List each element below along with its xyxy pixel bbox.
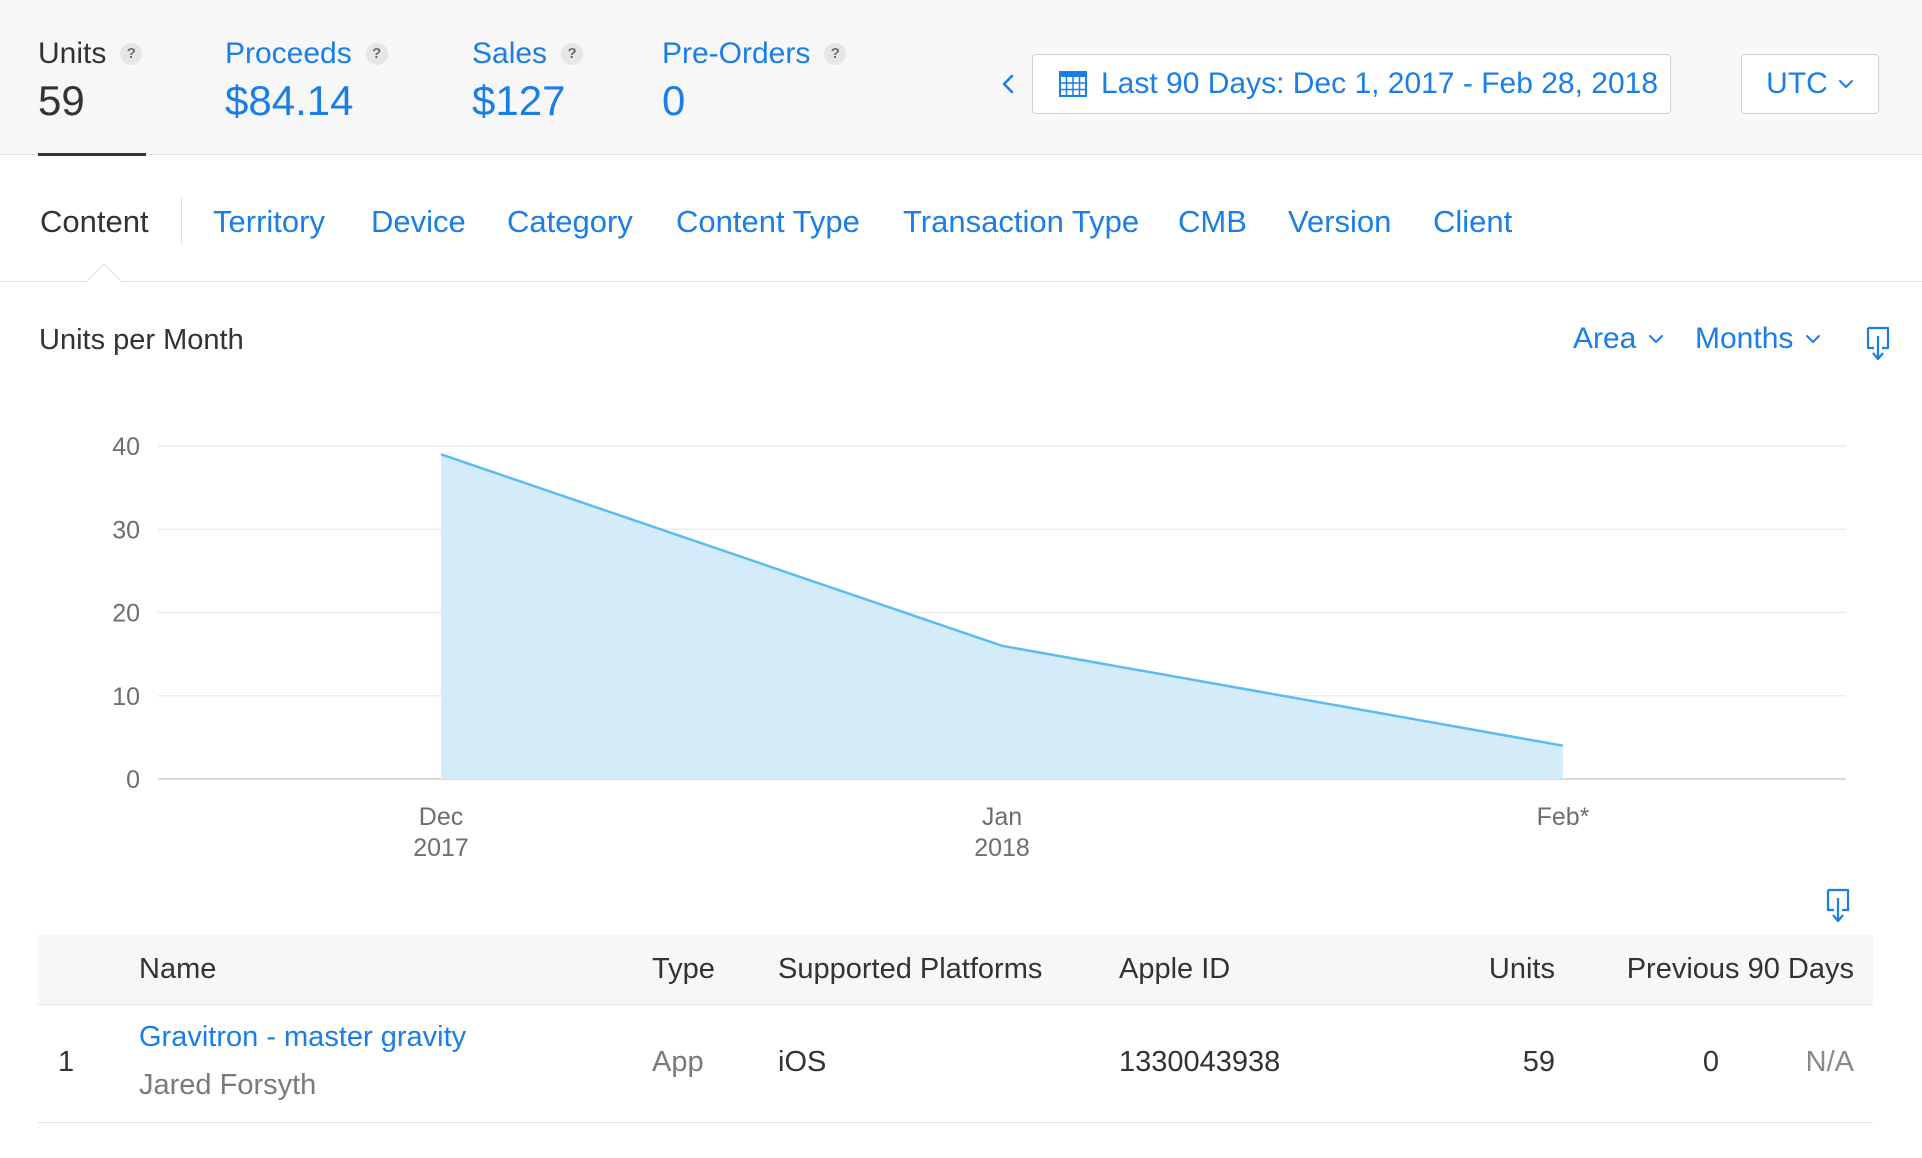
chevron-left-icon[interactable] [995,67,1021,101]
chart-title: Units per Month [39,324,244,356]
tab-device[interactable]: Device [371,202,466,242]
help-icon[interactable]: ? [561,43,584,65]
chevron-down-icon [1806,335,1821,343]
column-header-name[interactable]: Name [139,953,216,986]
tab-category[interactable]: Category [507,202,633,242]
y-tick-label: 0 [126,766,140,794]
chevron-down-icon [1838,80,1853,88]
units-value: 59 [1522,1046,1555,1078]
chart-type-label: Area [1573,322,1637,355]
tab-content[interactable]: Content [40,202,149,242]
date-range-button[interactable]: Last 90 Days: Dec 1, 2017 - Feb 28, 2018 [1032,54,1671,114]
x-tick-sublabel: 2017 [413,834,469,862]
timezone-dropdown[interactable]: UTC [1741,54,1879,114]
app-name-link[interactable]: Gravitron - master gravity [139,1021,466,1054]
content-type: App [652,1046,704,1078]
metric-proceeds-value: $84.14 [225,77,354,124]
table-header: Name Type Supported Platforms Apple ID U… [38,935,1873,1005]
change-value: N/A [1805,1046,1854,1078]
previous-period-value: 0 [1702,1046,1719,1078]
dimension-tabs: Content Territory Device Category Conten… [0,156,1922,283]
chart-type-dropdown[interactable]: Area [1573,322,1664,356]
units-area-chart: 0 10 20 30 40 Dec 2017 Jan 2018 Feb* [112,433,1846,862]
interval-label: Months [1695,322,1794,355]
download-icon[interactable] [1864,326,1892,362]
metric-units-label: Units [38,37,107,70]
timezone-label: UTC [1766,67,1828,100]
metric-units[interactable]: Units? 59 [38,34,143,126]
tab-client[interactable]: Client [1433,202,1512,242]
apple-id: 1330043938 [1119,1046,1281,1078]
y-tick-label: 10 [112,683,140,711]
metric-sales-value: $127 [472,77,566,124]
active-tab-caret [86,263,122,283]
chevron-down-icon [1649,335,1664,343]
calendar-icon [1059,71,1087,97]
metric-proceeds-label: Proceeds [225,37,352,70]
row-rank: 1 [58,1046,75,1078]
x-tick-label: Jan [982,803,1022,831]
x-tick-sublabel: 2018 [974,834,1030,862]
date-range-label: Last 90 Days: Dec 1, 2017 - Feb 28, 2018 [1101,67,1659,100]
column-header-platforms[interactable]: Supported Platforms [778,953,1042,986]
tab-divider [181,198,182,244]
metrics-bar: Units? 59 Proceeds? $84.14 Sales? $127 P… [0,0,1922,156]
tab-territory[interactable]: Territory [213,202,325,242]
help-icon[interactable]: ? [120,43,143,65]
tab-cmb[interactable]: CMB [1178,202,1247,242]
developer-name: Jared Forsyth [139,1069,317,1101]
supported-platforms: iOS [778,1046,827,1078]
help-icon[interactable]: ? [824,43,847,65]
download-icon[interactable] [1824,888,1852,924]
chart-series [440,453,1564,779]
x-tick-label: Feb* [1537,803,1590,831]
metric-sales-label: Sales [472,37,548,70]
metric-sales[interactable]: Sales? $127 [472,34,584,126]
column-header-units[interactable]: Units [1489,953,1555,986]
tab-content-type[interactable]: Content Type [676,202,860,242]
area-fill [441,454,1563,779]
y-axis: 0 10 20 30 40 [112,433,140,794]
column-header-apple-id[interactable]: Apple ID [1119,953,1230,986]
tab-transaction-type[interactable]: Transaction Type [903,202,1139,242]
metric-preorders[interactable]: Pre-Orders? 0 [662,34,847,126]
y-tick-label: 40 [112,433,140,461]
metric-preorders-value: 0 [662,77,686,124]
metric-proceeds[interactable]: Proceeds? $84.14 [225,34,388,126]
x-axis: Dec 2017 Jan 2018 Feb* [413,803,1589,862]
column-header-type[interactable]: Type [652,953,715,986]
table-row: 1 Gravitron - master gravity Jared Forsy… [38,1005,1873,1123]
x-tick-label: Dec [419,803,463,831]
metric-preorders-label: Pre-Orders [662,37,811,70]
y-tick-label: 20 [112,600,140,628]
metric-units-value: 59 [38,77,85,124]
help-icon[interactable]: ? [365,43,388,65]
interval-dropdown[interactable]: Months [1695,322,1821,356]
tab-version[interactable]: Version [1288,202,1391,242]
column-header-previous[interactable]: Previous 90 Days [1627,953,1854,986]
y-tick-label: 30 [112,516,140,544]
